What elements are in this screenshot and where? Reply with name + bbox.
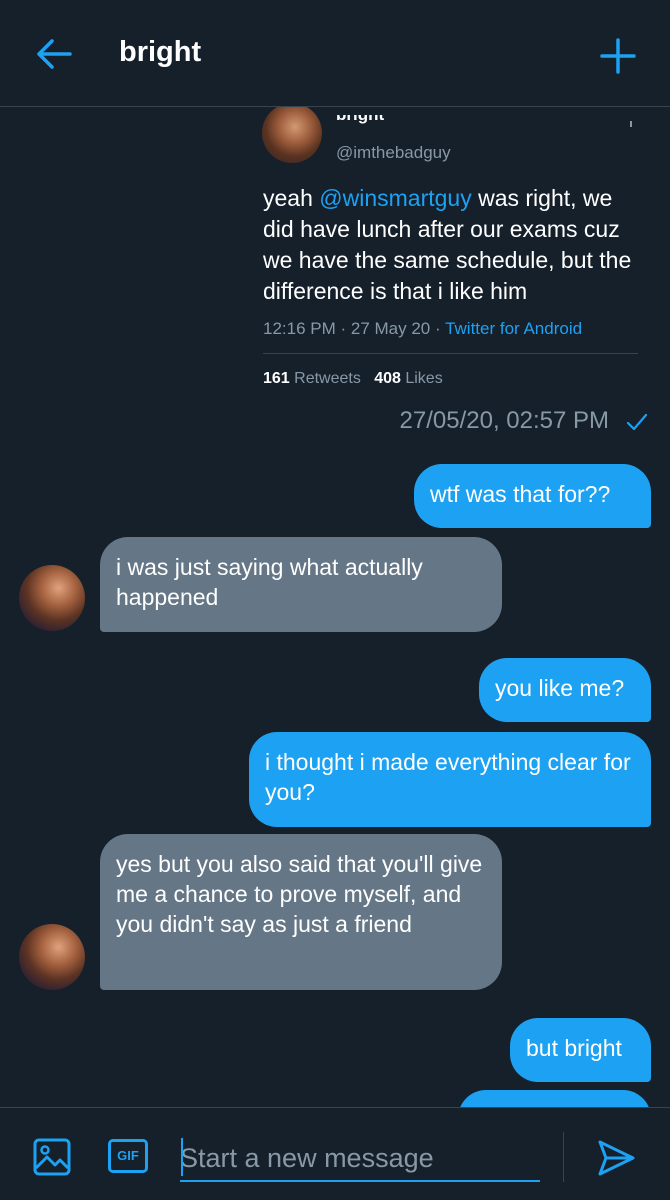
incoming-message-bubble[interactable]: i was just saying what actually happened: [100, 537, 502, 632]
message-composer: GIF: [0, 1107, 670, 1200]
tweet-author-avatar[interactable]: [262, 107, 322, 163]
sender-avatar[interactable]: [19, 924, 85, 990]
message-timestamp: 27/05/20, 02:57 PM: [399, 407, 609, 434]
like-count: 408: [374, 370, 401, 387]
text-cursor: [181, 1138, 183, 1176]
likes-label: Likes: [400, 370, 443, 387]
divider: [563, 1132, 564, 1182]
send-icon: [598, 1140, 635, 1176]
image-icon: [33, 1138, 71, 1176]
retweet-count: 161: [263, 370, 290, 387]
divider: [263, 353, 638, 354]
tweet-mention-link[interactable]: @winsmartguy: [319, 185, 471, 211]
tweet-text-part: yeah: [263, 185, 320, 211]
gif-button[interactable]: GIF: [108, 1139, 148, 1173]
tweet-meta: 12:16 PM · 27 May 20 · Twitter for Andro…: [263, 319, 582, 339]
add-image-button[interactable]: [33, 1138, 71, 1176]
dm-conversation-screen: bright bright @imthebadguy yeah @winsmar…: [0, 0, 670, 1200]
shared-tweet-card[interactable]: bright @imthebadguy yeah @winsmartguy wa…: [248, 107, 638, 407]
outgoing-message-bubble[interactable]: you like me?: [479, 658, 651, 722]
check-icon: [626, 413, 648, 431]
back-button[interactable]: [34, 36, 74, 72]
tweet-author-name[interactable]: bright: [336, 115, 384, 125]
outgoing-message-bubble[interactable]: wtf was that for??: [414, 464, 651, 528]
outgoing-message-bubble-partial[interactable]: [458, 1090, 651, 1107]
tweet-more-icon[interactable]: [630, 121, 632, 127]
conversation-header: bright: [0, 0, 670, 107]
plus-icon: [600, 38, 636, 74]
incoming-message-bubble[interactable]: yes but you also said that you'll give m…: [100, 834, 502, 990]
outgoing-message-bubble[interactable]: but bright: [510, 1018, 651, 1082]
tweet-text: yeah @winsmartguy was right, we did have…: [263, 183, 643, 307]
tweet-author-handle: @imthebadguy: [336, 143, 451, 162]
conversation-title: bright: [119, 36, 202, 68]
tweet-time-date: 12:16 PM · 27 May 20 ·: [263, 319, 446, 338]
send-button[interactable]: [596, 1138, 636, 1178]
tweet-source-link[interactable]: Twitter for Android: [445, 319, 582, 338]
retweets-label: Retweets: [289, 370, 361, 387]
outgoing-message-bubble[interactable]: i thought i made everything clear for yo…: [249, 732, 651, 827]
sender-avatar[interactable]: [19, 565, 85, 631]
message-input[interactable]: [180, 1136, 540, 1182]
tweet-stats: 161 Retweets 408 Likes: [263, 370, 443, 388]
message-list[interactable]: bright @imthebadguy yeah @winsmartguy wa…: [0, 107, 670, 1107]
add-button[interactable]: [598, 36, 638, 76]
arrow-left-icon: [37, 39, 72, 69]
